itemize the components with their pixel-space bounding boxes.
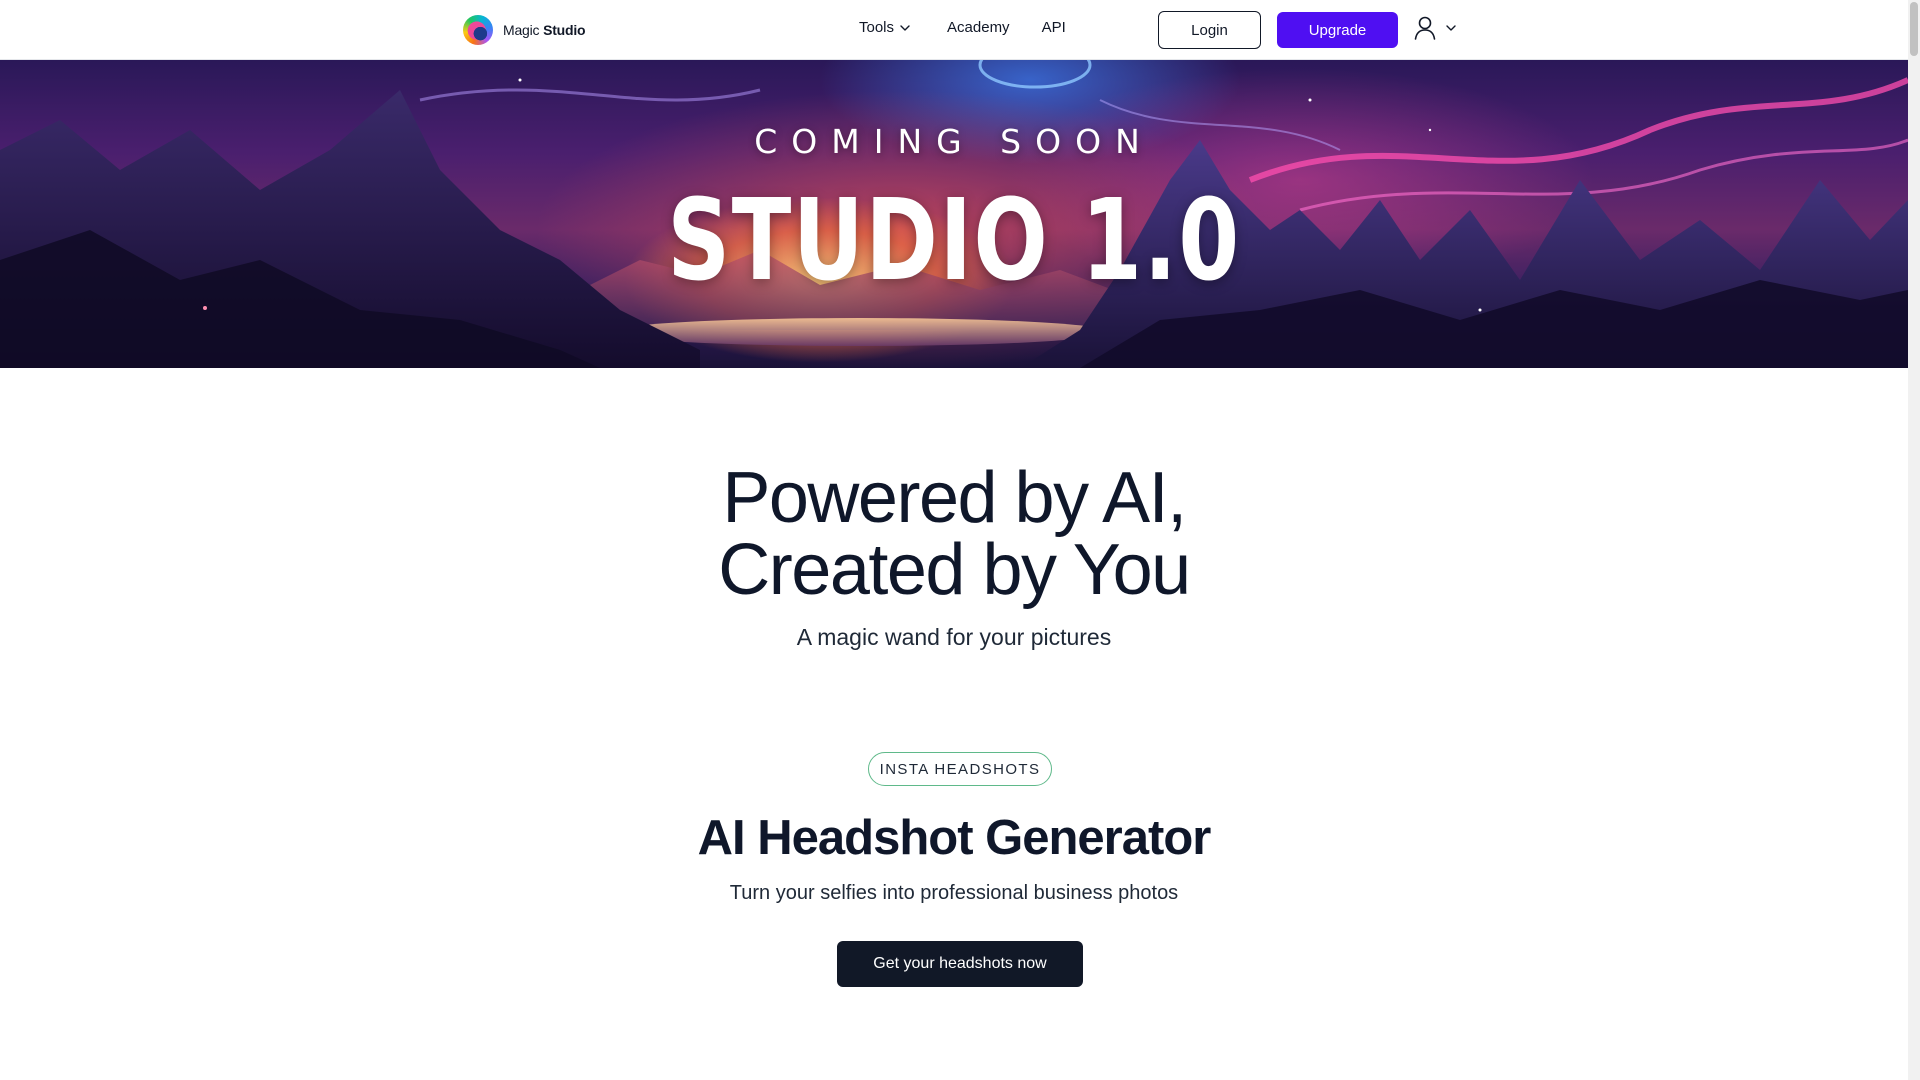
headline-line-2: Created by You	[718, 530, 1191, 610]
nav-tools-menu[interactable]: Tools	[859, 19, 910, 36]
feature-badge: INSTA HEADSHOTS	[868, 752, 1052, 786]
hero-title: STUDIO 1.0	[667, 176, 1241, 306]
hero-banner[interactable]: COMING SOON STUDIO 1.0	[0, 60, 1908, 368]
upgrade-button[interactable]: Upgrade	[1277, 12, 1398, 48]
feature-subtitle: Turn your selfies into professional busi…	[729, 882, 1179, 904]
brand-name-light: Magic	[503, 22, 540, 38]
user-account-menu[interactable]	[1414, 16, 1456, 40]
feature-title: AI Headshot Generator	[697, 811, 1212, 865]
nav-academy-link[interactable]: Academy	[947, 19, 1010, 36]
top-navigation: Magic Studio Tools Academy API Login Upg…	[0, 0, 1908, 60]
nav-links: Tools Academy API	[859, 19, 1066, 36]
nav-tools-label: Tools	[859, 19, 895, 36]
brand-name-bold: Studio	[543, 22, 586, 38]
user-icon	[1414, 16, 1436, 40]
scrollbar-thumb[interactable]	[1910, 2, 1918, 56]
chevron-down-icon	[1446, 25, 1456, 31]
chevron-down-icon	[900, 24, 910, 31]
hero-kicker: COMING SOON	[754, 122, 1154, 161]
nav-api-link[interactable]: API	[1042, 19, 1066, 36]
logo-icon	[463, 15, 493, 45]
main-headline: Powered by AI, Created by You	[0, 462, 1908, 606]
get-headshots-button[interactable]: Get your headshots now	[837, 941, 1083, 987]
page-scrollbar[interactable]	[1908, 0, 1920, 1080]
brand-name: Magic Studio	[503, 22, 586, 38]
headline-line-1: Powered by AI,	[722, 458, 1187, 538]
login-button[interactable]: Login	[1158, 11, 1261, 49]
main-subheadline: A magic wand for your pictures	[796, 624, 1112, 650]
brand-logo-link[interactable]: Magic Studio	[463, 15, 586, 45]
